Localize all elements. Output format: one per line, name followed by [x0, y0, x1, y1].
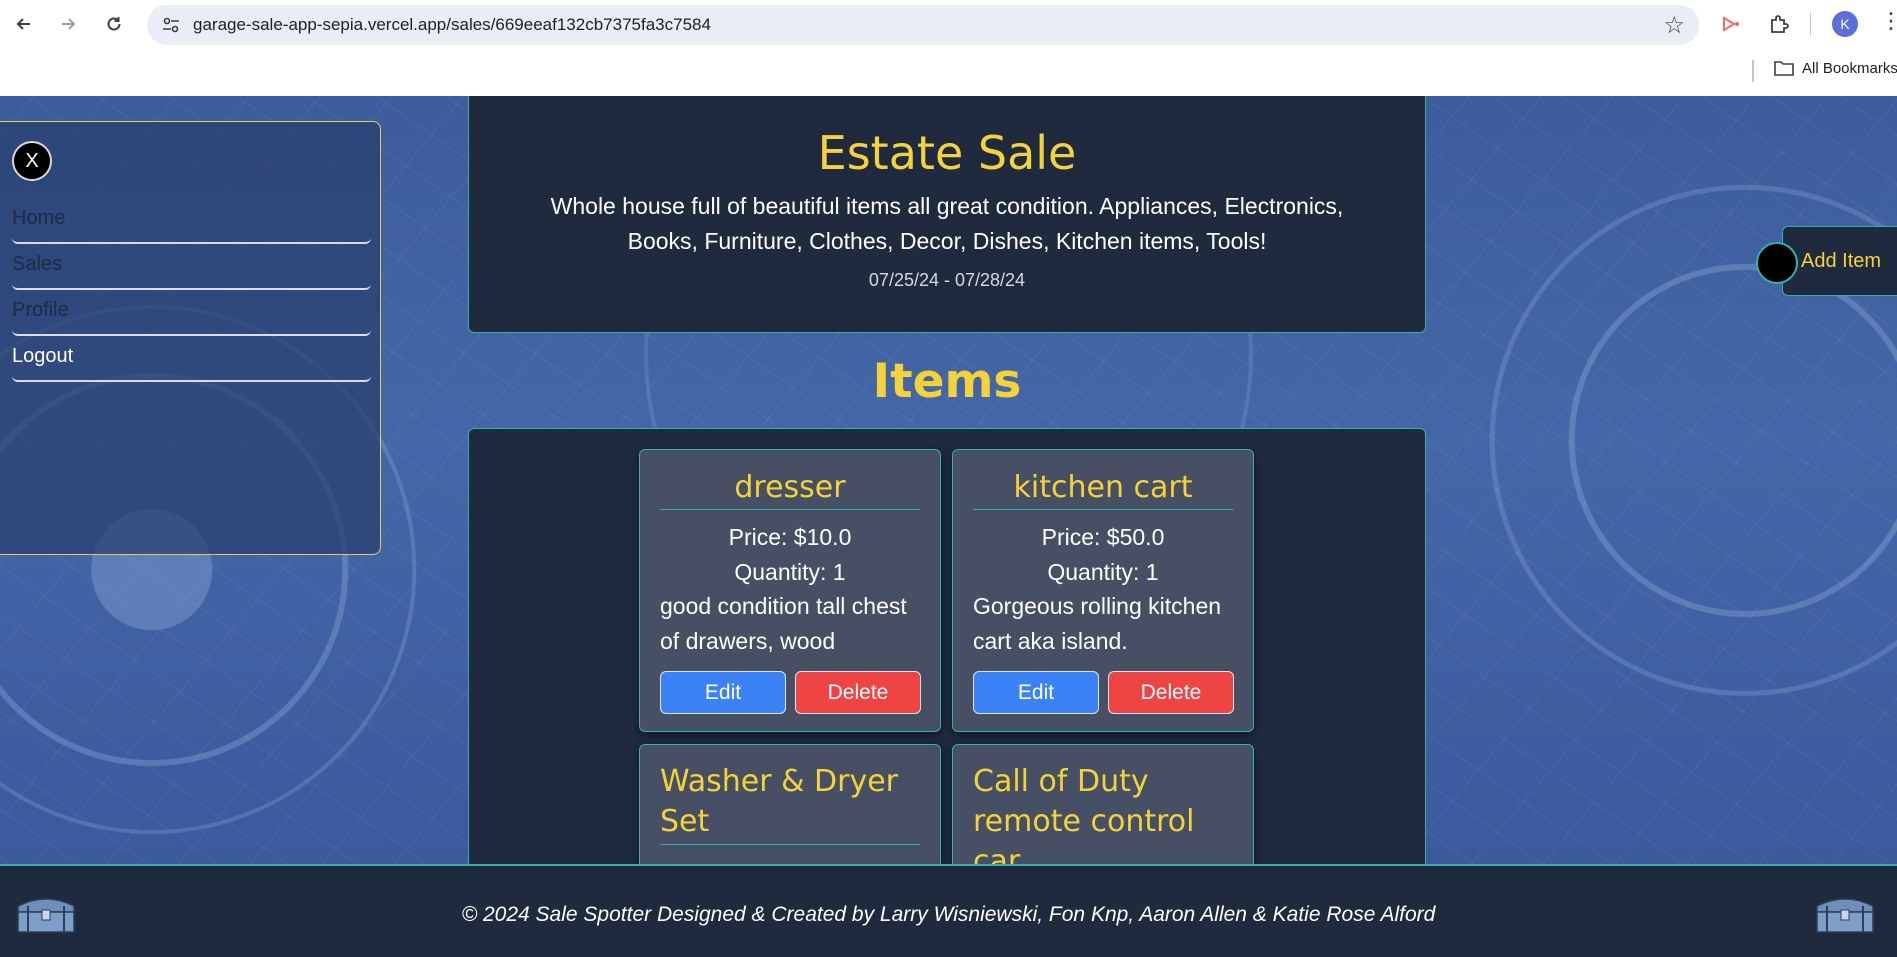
footer: © 2024 Sale Spotter Designed & Created b…: [0, 864, 1897, 957]
item-card: dresser Price: $10.0 Quantity: 1 good co…: [639, 449, 941, 732]
footer-credits: © 2024 Sale Spotter Designed & Created b…: [461, 903, 1436, 926]
extensions-puzzle-icon[interactable]: [1765, 10, 1793, 38]
delete-item-button[interactable]: Delete: [1108, 671, 1234, 714]
all-bookmarks-label: All Bookmarks: [1802, 59, 1897, 77]
back-icon[interactable]: [9, 9, 39, 39]
item-name: dresser: [660, 469, 920, 510]
item-quantity: Quantity: 1: [1047, 559, 1159, 585]
sale-title: Estate Sale: [817, 126, 1077, 180]
sale-description: Whole house full of beautiful items all …: [550, 193, 1344, 254]
close-sidebar-button[interactable]: X: [12, 141, 52, 181]
edit-item-button[interactable]: Edit: [973, 671, 1099, 714]
site-info-icon[interactable]: [161, 15, 181, 35]
profile-avatar[interactable]: K: [1832, 11, 1858, 37]
sidebar-item-sales[interactable]: Sales: [12, 250, 371, 290]
sidebar-item-logout[interactable]: Logout: [12, 342, 371, 382]
add-item-dot[interactable]: [1756, 242, 1798, 284]
item-description: good condition tall chest of drawers, wo…: [660, 593, 907, 654]
item-card: kitchen cart Price: $50.0 Quantity: 1 Go…: [952, 449, 1254, 732]
add-item-label[interactable]: Add Item: [1801, 250, 1881, 273]
folder-icon: [1774, 61, 1794, 76]
sale-dates: 07/25/24 - 07/28/24: [868, 270, 1026, 290]
edit-item-button[interactable]: Edit: [660, 671, 786, 714]
forward-icon[interactable]: [53, 9, 83, 39]
item-price: Price: $50.0: [1041, 524, 1165, 550]
extension-arrow-icon[interactable]: [1717, 10, 1745, 38]
url-text[interactable]: garage-sale-app-sepia.vercel.app/sales/6…: [193, 15, 711, 35]
all-bookmarks-button[interactable]: All Bookmarks: [1774, 59, 1897, 77]
sale-header-card: Estate Sale Whole house full of beautifu…: [468, 96, 1426, 333]
item-description: Gorgeous rolling kitchen cart aka island…: [973, 593, 1222, 654]
sidebar-menu: X Home Sales Profile Logout: [0, 121, 381, 555]
sidebar-item-home[interactable]: Home: [12, 204, 371, 244]
reload-icon[interactable]: [99, 9, 129, 39]
menu-kebab-icon[interactable]: ⋮: [1880, 8, 1897, 34]
browser-toolbar: garage-sale-app-sepia.vercel.app/sales/6…: [0, 0, 1897, 96]
item-name: Washer & Dryer Set: [660, 762, 920, 845]
treasure-chest-icon: [1816, 898, 1874, 933]
items-heading: Items: [872, 354, 1022, 409]
bookmark-star-icon[interactable]: ☆: [1663, 11, 1685, 40]
page-background: X Home Sales Profile Logout Estate Sale …: [0, 96, 1897, 957]
item-price: Price: $10.0: [728, 524, 852, 550]
sidebar-item-profile[interactable]: Profile: [12, 296, 371, 336]
toolbar-divider: [1810, 12, 1811, 36]
item-name: kitchen cart: [973, 469, 1233, 510]
address-bar[interactable]: garage-sale-app-sepia.vercel.app/sales/6…: [147, 5, 1699, 45]
bookmarks-divider: [1752, 60, 1754, 82]
delete-item-button[interactable]: Delete: [795, 671, 921, 714]
item-quantity: Quantity: 1: [734, 559, 846, 585]
